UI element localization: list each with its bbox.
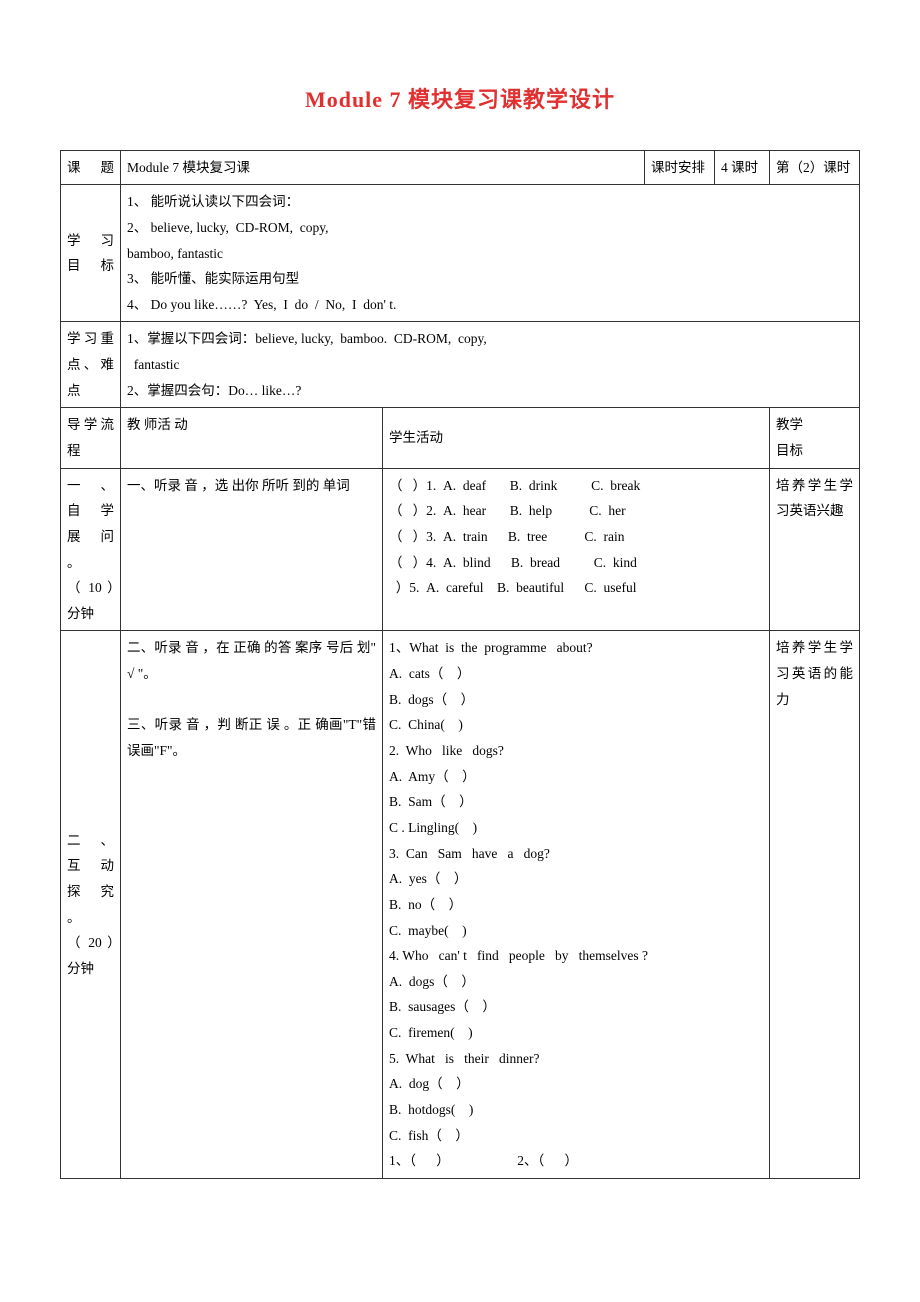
flow-col2: 教 师活 动	[121, 408, 383, 468]
topic-value: Module 7 模块复习课	[121, 150, 645, 185]
section1-teacher: 一、听录 音 ，选 出你 所听 到的 单词	[121, 468, 383, 631]
lesson-plan-table: 课 题 Module 7 模块复习课 课时安排 4 课时 第（2）课时 学习 目…	[60, 150, 860, 1179]
section1-row: 一 、 自 学 展 问 。 （ 10 ）分钟 一、听录 音 ，选 出你 所听 到…	[61, 468, 860, 631]
section1-label: 一 、 自 学 展 问 。 （ 10 ）分钟	[61, 468, 121, 631]
section2-student: 1、What is the programme about? A. cats（ …	[383, 631, 770, 1178]
keypoints-content: 1、掌握以下四会词：believe, lucky, bamboo. CD-ROM…	[121, 322, 860, 408]
page-title: Module 7 模块复习课教学设计	[60, 80, 860, 120]
keypoints-row: 学习重点、难点 1、掌握以下四会词：believe, lucky, bamboo…	[61, 322, 860, 408]
topic-label: 课 题	[61, 150, 121, 185]
flow-header-row: 导学流程 教 师活 动 学生活动 教学 目标	[61, 408, 860, 468]
section1-goal: 培养学生学习英语兴趣	[770, 468, 860, 631]
goals-content: 1、 能听说认读以下四会词： 2、 believe, lucky, CD-ROM…	[121, 185, 860, 322]
section1-student: （ ）1. A. deaf B. drink C. break （ ）2. A.…	[383, 468, 770, 631]
period-value: 第（2）课时	[770, 150, 860, 185]
schedule-label: 课时安排	[645, 150, 715, 185]
flow-col3: 学生活动	[383, 408, 770, 468]
schedule-value: 4 课时	[715, 150, 770, 185]
flow-col4: 教学 目标	[770, 408, 860, 468]
flow-col1: 导学流程	[61, 408, 121, 468]
goals-row: 学习 目标 1、 能听说认读以下四会词： 2、 believe, lucky, …	[61, 185, 860, 322]
section2-goal: 培养学生学习英语的能力	[770, 631, 860, 1178]
section2-teacher: 二、听录 音 ，在 正确 的答 案序 号后 划" √ "。 三、听录 音 ，判 …	[121, 631, 383, 1178]
section2-row: 二 、 互 动 探 究 。 （ 20 ）分钟 二、听录 音 ，在 正确 的答 案…	[61, 631, 860, 1178]
goals-label: 学习 目标	[61, 185, 121, 322]
keypoints-label: 学习重点、难点	[61, 322, 121, 408]
section2-label: 二 、 互 动 探 究 。 （ 20 ）分钟	[61, 631, 121, 1178]
topic-row: 课 题 Module 7 模块复习课 课时安排 4 课时 第（2）课时	[61, 150, 860, 185]
